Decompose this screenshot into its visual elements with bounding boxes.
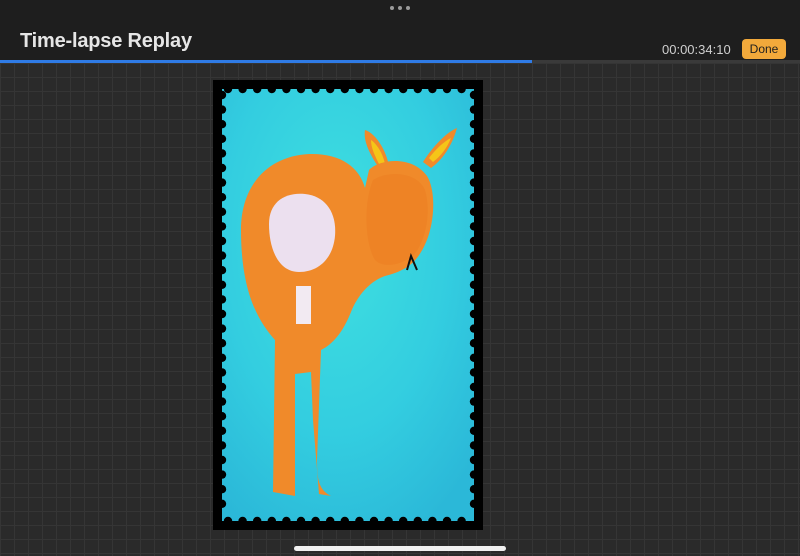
done-button[interactable]: Done: [742, 39, 786, 59]
page-title: Time-lapse Replay: [20, 30, 192, 52]
stamp-artwork: [217, 84, 479, 526]
home-indicator[interactable]: [294, 546, 506, 551]
replay-timestamp: 00:00:34:10: [662, 42, 731, 57]
more-options-icon[interactable]: [390, 4, 410, 12]
top-bar: Time-lapse Replay 00:00:34:10 Done: [0, 0, 800, 60]
artwork-canvas: [213, 80, 483, 530]
